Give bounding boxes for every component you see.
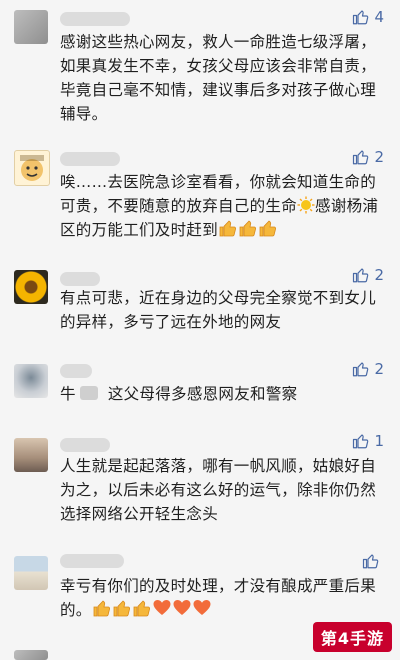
comment-text-part: 这父母得多感恩网友和警察 (107, 385, 298, 403)
cartoon-avatar-icon (20, 155, 44, 181)
comment-text: 幸亏有你们的及时处理，才没有酿成严重后果的。 (60, 574, 390, 622)
thumbs-up-emoji-icon (239, 220, 257, 237)
comment-text: 有点可悲，近在身边的父母完全察觉不到女儿的异样，多亏了远在外地的网友 (60, 289, 377, 331)
like-button[interactable]: 2 (352, 266, 384, 284)
comment-prefix: 牛 (60, 385, 76, 403)
username[interactable] (60, 438, 110, 452)
thumbs-up-icon (353, 268, 369, 283)
thumbs-up-icon (362, 554, 379, 569)
avatar[interactable] (14, 10, 48, 44)
avatar[interactable] (14, 150, 50, 186)
thumbs-up-emoji-icon (93, 600, 110, 617)
like-count: 4 (374, 8, 384, 26)
thumbs-up-emoji-icon (219, 220, 237, 237)
avatar[interactable] (14, 270, 48, 304)
thumbs-up-icon (353, 10, 369, 25)
heart-emoji-icon (193, 600, 211, 615)
sticker-icon (79, 386, 98, 400)
like-button[interactable] (362, 552, 384, 570)
avatar (14, 650, 48, 660)
thumbs-up-emoji-icon (133, 600, 150, 617)
like-button[interactable]: 2 (352, 148, 384, 166)
avatar[interactable] (14, 556, 48, 590)
username[interactable] (60, 554, 124, 568)
like-button[interactable]: 4 (352, 8, 384, 26)
heart-emoji-icon (153, 600, 171, 615)
site-watermark: 第4手游 (312, 622, 392, 652)
sun-emoji-icon (297, 196, 315, 214)
username[interactable] (60, 12, 130, 26)
thumbs-up-emoji-icon (113, 600, 130, 617)
avatar[interactable] (14, 364, 48, 398)
thumbs-up-icon (353, 150, 369, 165)
comment-list: 4 感谢这些热心网友，救人一命胜造七级浮屠，如果真发生不幸，女孩父母应该会非常自… (0, 0, 400, 660)
thumbs-up-icon (353, 362, 369, 377)
username[interactable] (60, 272, 100, 286)
like-button[interactable]: 1 (352, 432, 384, 450)
like-count: 2 (374, 266, 384, 284)
comment-text: 人生就是起起落落，哪有一帆风顺，姑娘好自为之，以后未必有这么好的运气，除非你仍然… (60, 457, 377, 523)
username[interactable] (60, 364, 92, 378)
like-count: 2 (374, 148, 384, 166)
thumbs-up-emoji-icon (259, 220, 277, 237)
comment-text: 牛 这父母得多感恩网友和警察 (60, 382, 390, 406)
like-button[interactable]: 2 (352, 360, 384, 378)
thumbs-up-icon (353, 434, 369, 449)
comment-text: 唉……去医院急诊室看看，你就会知道生命的可贵，不要随意的放弃自己的生命 感谢杨浦区… (60, 170, 390, 242)
heart-emoji-icon (173, 600, 191, 615)
username[interactable] (60, 152, 120, 166)
like-count: 1 (374, 432, 384, 450)
comment-text: 感谢这些热心网友，救人一命胜造七级浮屠，如果真发生不幸，女孩父母应该会非常自责，… (60, 33, 377, 123)
avatar[interactable] (14, 438, 48, 472)
like-count: 2 (374, 360, 384, 378)
